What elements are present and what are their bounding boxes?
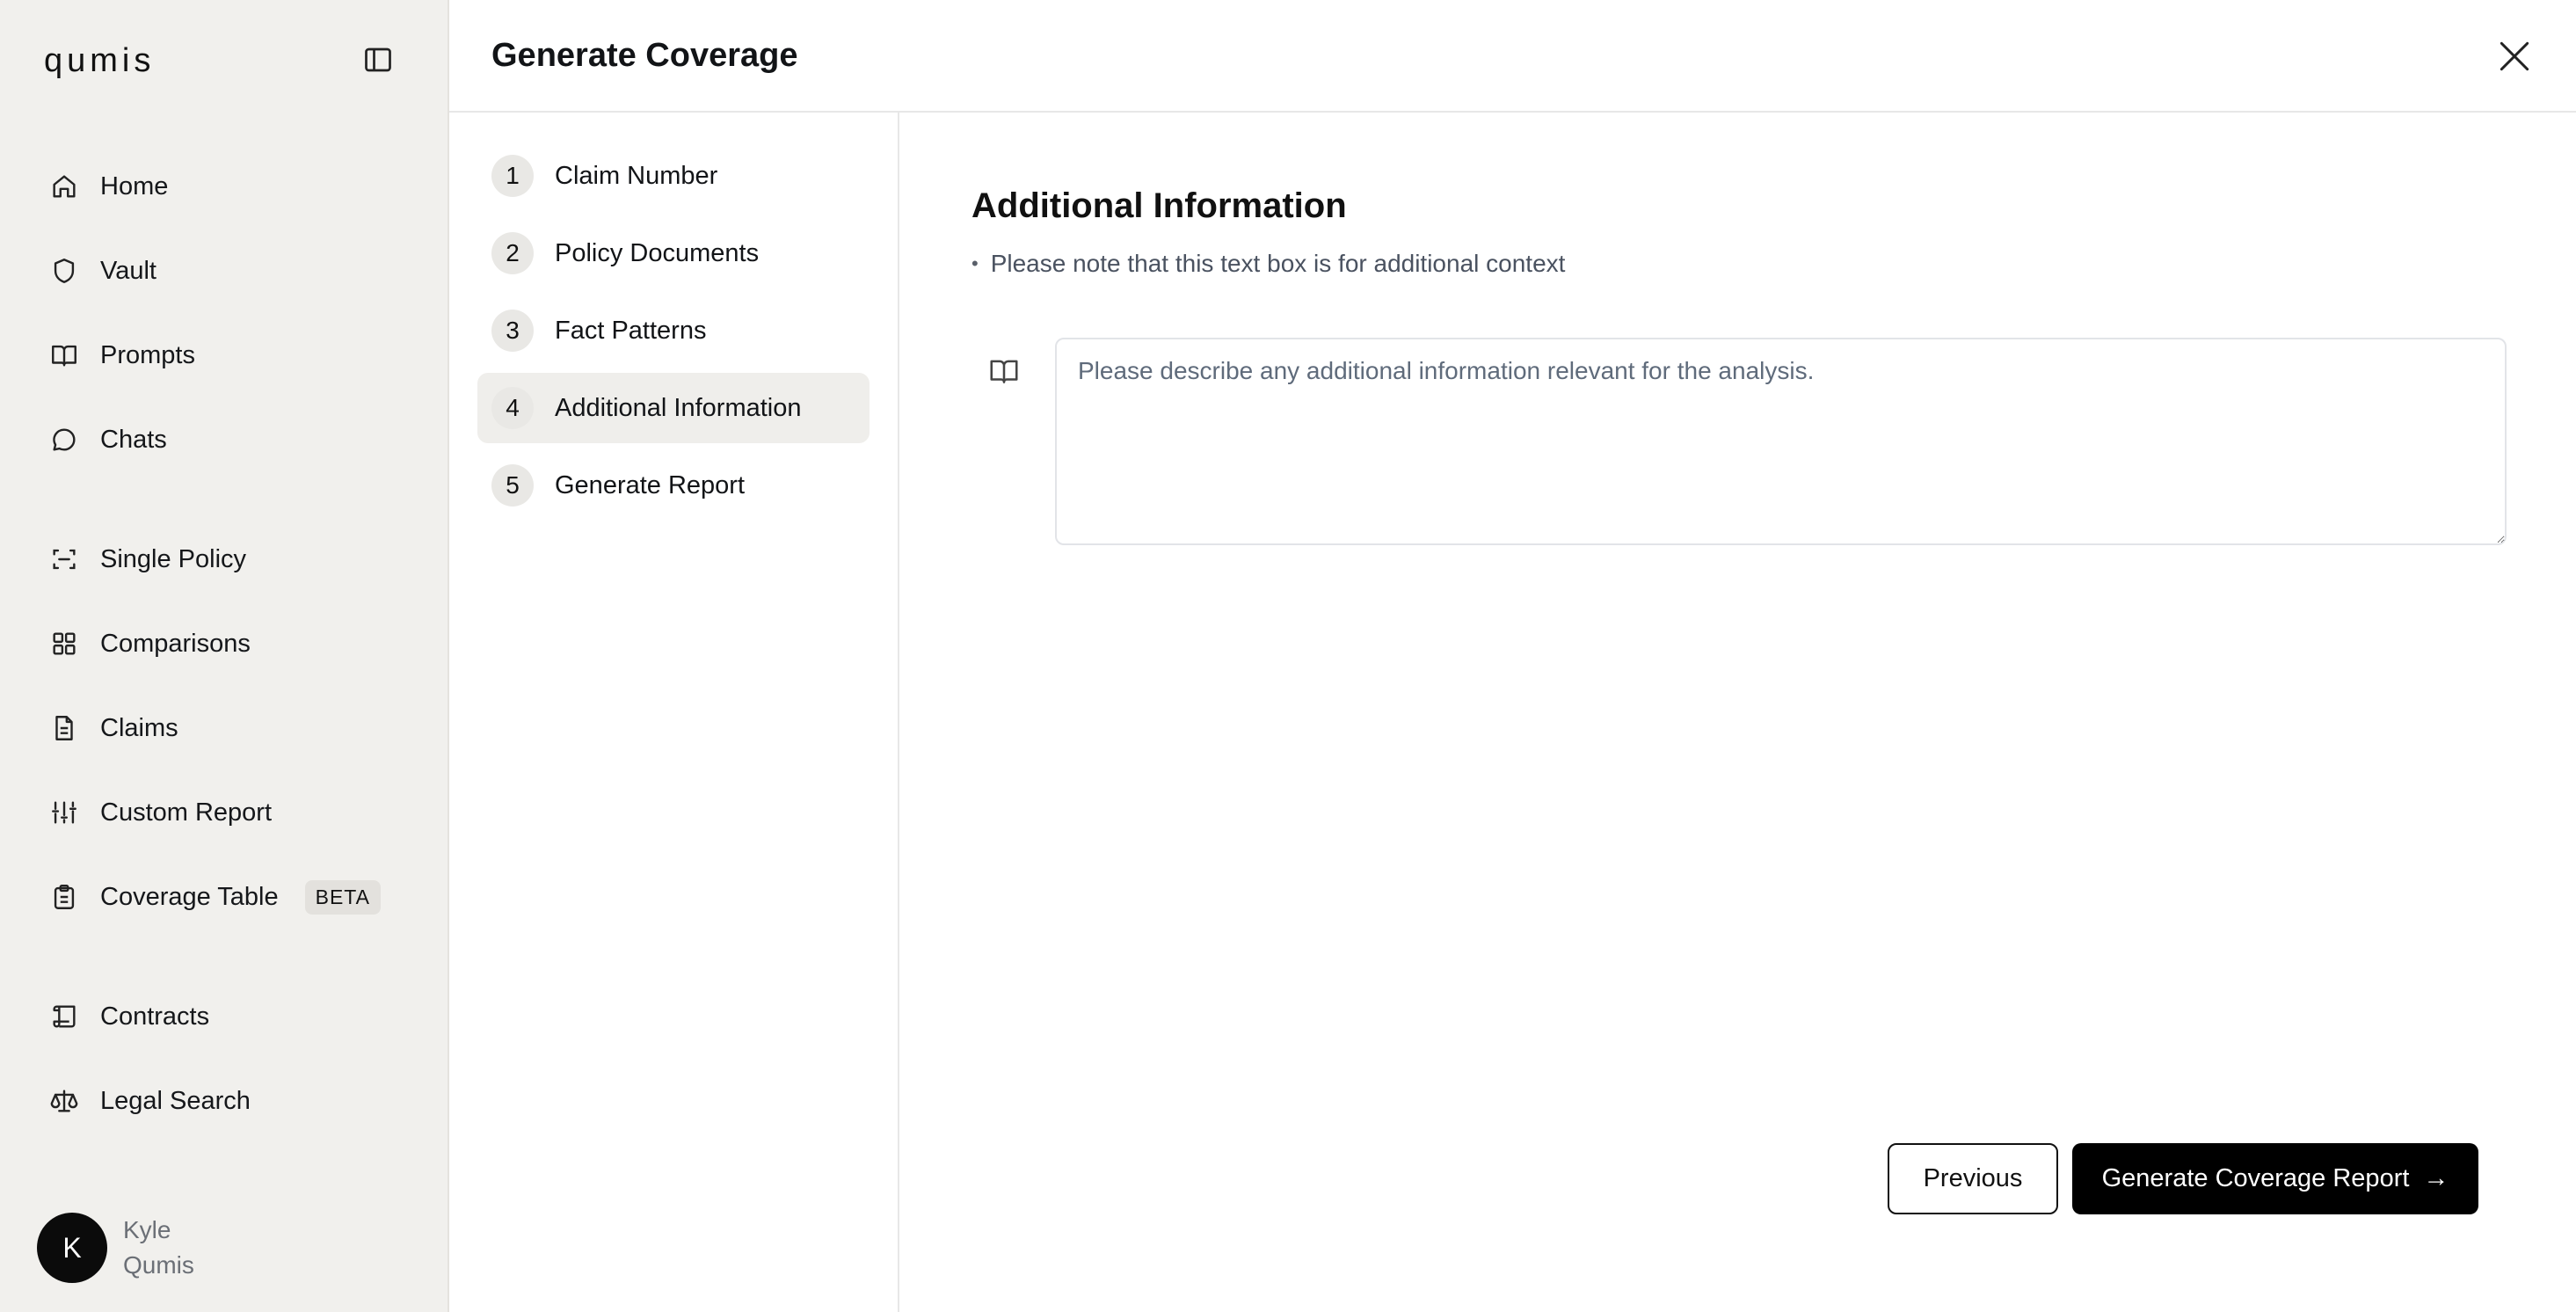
sidebar-item-home[interactable]: Home bbox=[49, 160, 168, 213]
main-content: Additional Information • Please note tha… bbox=[899, 113, 2576, 1312]
sidebar-item-label: Comparisons bbox=[100, 629, 251, 658]
sidebar-item-contracts[interactable]: Contracts bbox=[49, 990, 209, 1043]
chat-bubble-icon bbox=[53, 428, 76, 451]
scale-icon bbox=[50, 1090, 78, 1112]
user-first-name: Kyle bbox=[123, 1216, 171, 1243]
arrow-right-icon: → bbox=[2423, 1164, 2449, 1192]
sidebar-item-label: Coverage Table bbox=[100, 882, 279, 911]
sidebar-item-label: Legal Search bbox=[100, 1086, 251, 1115]
step-label: Claim Number bbox=[555, 161, 718, 190]
step-number: 3 bbox=[491, 310, 534, 352]
step-claim-number[interactable]: 1 Claim Number bbox=[477, 141, 870, 211]
sidebar-item-label: Home bbox=[100, 171, 169, 200]
bullet-icon: • bbox=[971, 252, 979, 274]
step-label: Generate Report bbox=[555, 470, 746, 499]
additional-information-textarea[interactable] bbox=[1055, 338, 2507, 545]
sidebar-item-vault[interactable]: Vault bbox=[49, 244, 156, 297]
sidebar-item-custom-report[interactable]: Custom Report bbox=[49, 786, 272, 839]
step-number: 4 bbox=[491, 387, 534, 429]
step-number: 2 bbox=[491, 232, 534, 274]
sliders-icon bbox=[52, 801, 76, 824]
shield-icon bbox=[54, 259, 75, 283]
sidebar-item-label: Custom Report bbox=[100, 798, 273, 827]
sidebar-item-label: Single Policy bbox=[100, 544, 247, 573]
generate-button-label: Generate Coverage Report bbox=[2101, 1164, 2410, 1192]
grid-icon bbox=[53, 632, 76, 655]
step-label: Fact Patterns bbox=[555, 316, 707, 345]
qumis-logo: qumis bbox=[44, 42, 156, 79]
sidebar-item-legal-search[interactable]: Legal Search bbox=[49, 1075, 251, 1127]
sidebar-item-prompts[interactable]: Prompts bbox=[49, 329, 195, 382]
step-number: 1 bbox=[491, 155, 534, 197]
avatar: K bbox=[37, 1213, 107, 1283]
user-profile[interactable]: K Kyle Qumis bbox=[37, 1213, 194, 1283]
beta-badge: BETA bbox=[304, 879, 381, 915]
section-title: Additional Information bbox=[971, 186, 1347, 225]
sidebar-item-chats[interactable]: Chats bbox=[49, 413, 167, 466]
book-open-icon bbox=[990, 360, 1018, 383]
book-open-icon bbox=[52, 345, 76, 367]
page-title: Generate Coverage bbox=[491, 37, 798, 74]
scan-icon bbox=[53, 549, 76, 570]
step-label: Policy Documents bbox=[555, 238, 760, 267]
sidebar-item-label: Chats bbox=[100, 425, 167, 454]
scroll-icon bbox=[53, 1005, 76, 1028]
sidebar-item-single-policy[interactable]: Single Policy bbox=[49, 533, 246, 586]
step-generate-report[interactable]: 5 Generate Report bbox=[477, 450, 870, 521]
sidebar: qumis Home Vault Prompts Chats Single Po… bbox=[0, 0, 449, 1312]
sidebar-item-label: Vault bbox=[100, 256, 156, 285]
note-text: Please note that this text box is for ad… bbox=[990, 250, 1566, 277]
step-additional-information[interactable]: 4 Additional Information bbox=[477, 373, 870, 443]
step-number: 5 bbox=[491, 464, 534, 507]
document-icon bbox=[55, 716, 73, 740]
step-policy-documents[interactable]: 2 Policy Documents bbox=[477, 218, 870, 288]
sidebar-item-coverage-table[interactable]: Coverage Table BETA bbox=[49, 871, 381, 923]
sidebar-item-label: Prompts bbox=[100, 340, 195, 369]
step-fact-patterns[interactable]: 3 Fact Patterns bbox=[477, 295, 870, 366]
sidebar-item-label: Contracts bbox=[100, 1002, 210, 1031]
user-last-name: Qumis bbox=[123, 1251, 194, 1279]
sidebar-toggle-icon[interactable] bbox=[360, 44, 396, 76]
close-icon[interactable] bbox=[2495, 37, 2534, 76]
sidebar-item-claims[interactable]: Claims bbox=[49, 702, 178, 754]
clipboard-icon bbox=[54, 885, 75, 909]
modal-header: Generate Coverage bbox=[449, 0, 2576, 113]
context-note: • Please note that this text box is for … bbox=[971, 250, 1565, 278]
home-icon bbox=[53, 175, 76, 198]
step-label: Additional Information bbox=[555, 393, 802, 422]
previous-button[interactable]: Previous bbox=[1888, 1143, 2058, 1214]
step-list: 1 Claim Number 2 Policy Documents 3 Fact… bbox=[449, 113, 899, 1312]
sidebar-item-comparisons[interactable]: Comparisons bbox=[49, 617, 251, 670]
generate-coverage-report-button[interactable]: Generate Coverage Report → bbox=[2072, 1143, 2478, 1214]
sidebar-item-label: Claims bbox=[100, 713, 178, 742]
